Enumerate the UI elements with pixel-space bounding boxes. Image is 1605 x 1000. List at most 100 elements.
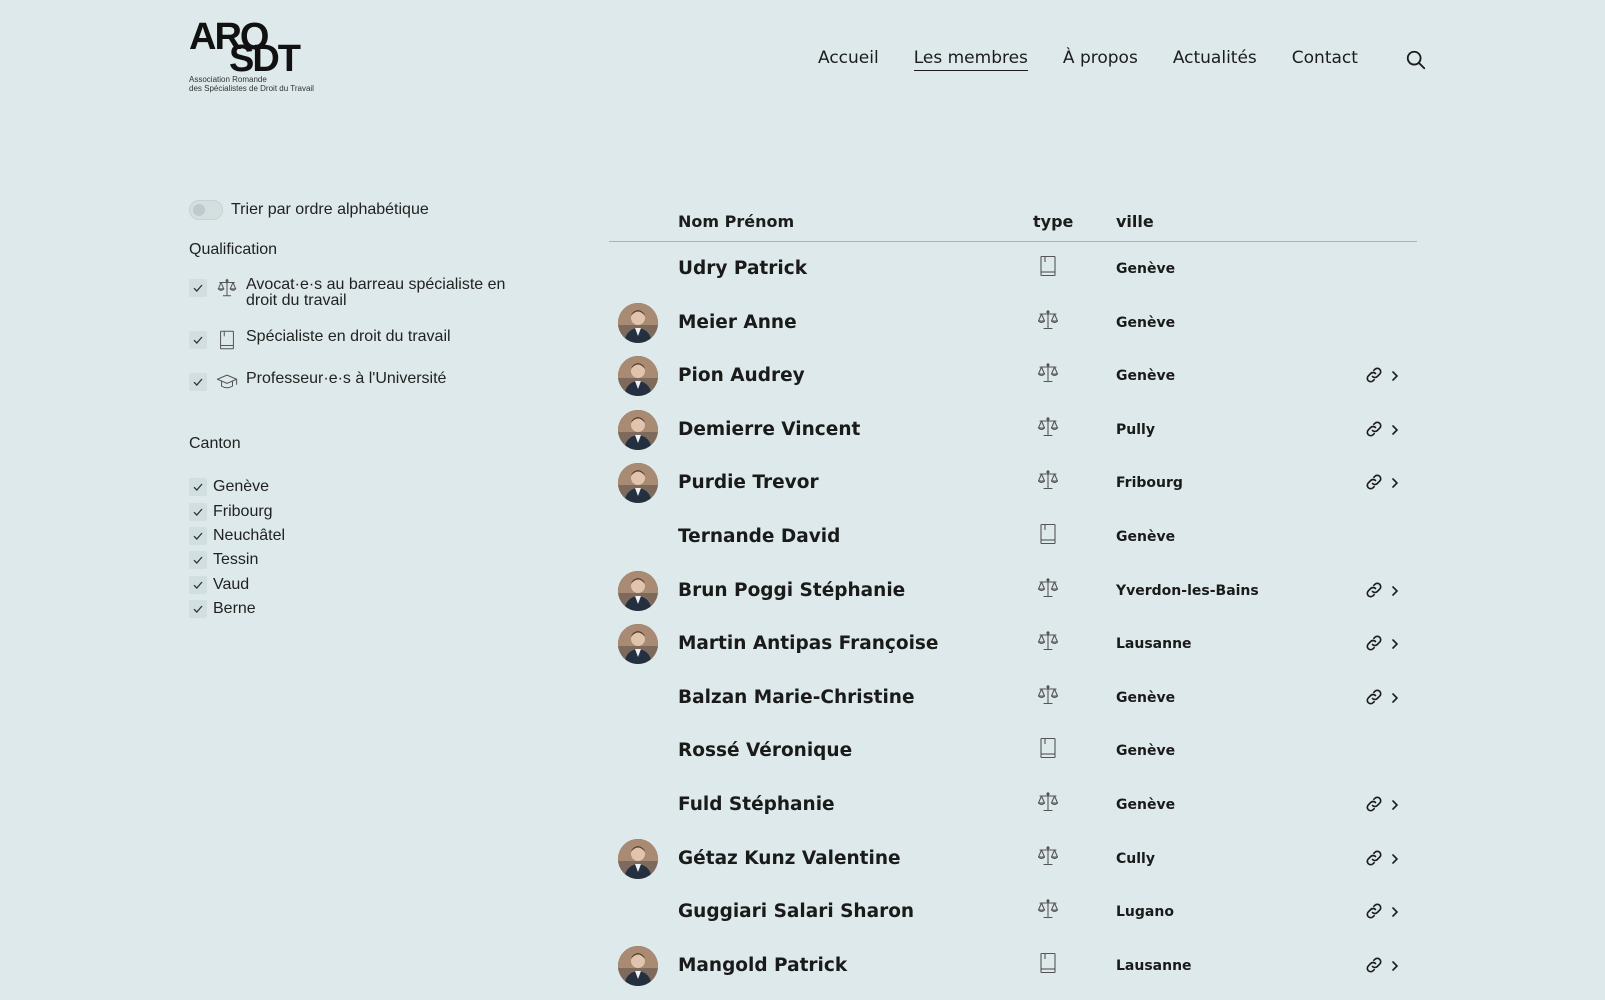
canton-checkbox[interactable] — [189, 502, 207, 521]
sort-toggle-label: Trier par ordre alphabétique — [231, 201, 429, 218]
member-name[interactable]: Guggiari Salari Sharon — [678, 901, 914, 922]
member-city: Genève — [1116, 689, 1176, 706]
link-icon[interactable] — [1365, 581, 1383, 599]
book-icon — [216, 329, 238, 351]
member-name[interactable]: Pion Audrey — [678, 365, 805, 386]
sort-toggle-row: Trier par ordre alphabétique — [189, 195, 549, 225]
canton-title: Canton — [189, 435, 241, 452]
chevron-right-icon[interactable] — [1389, 636, 1401, 650]
logo-subtitle-line-1: Association Romande — [189, 75, 267, 84]
table-row[interactable]: Gétaz Kunz Valentine Cully — [609, 832, 1417, 886]
graduation-cap-icon — [216, 371, 238, 393]
canton-checkbox[interactable] — [189, 551, 207, 570]
canton-checkbox[interactable] — [189, 526, 207, 545]
canton-filter-item: Tessin — [189, 548, 549, 572]
chevron-right-icon[interactable] — [1389, 583, 1401, 597]
table-row[interactable]: Pion Audrey Genève — [609, 349, 1417, 403]
canton-checkbox[interactable] — [189, 575, 207, 594]
table-row[interactable]: Udry Patrick Genève — [609, 242, 1417, 296]
chevron-right-icon[interactable] — [1389, 368, 1401, 382]
chevron-right-icon[interactable] — [1389, 475, 1401, 489]
canton-checkbox[interactable] — [189, 600, 207, 619]
column-header-city[interactable]: ville — [1116, 212, 1154, 231]
scales-icon — [216, 277, 238, 299]
table-row[interactable]: Ternande David Genève — [609, 510, 1417, 564]
canton-filter-item: Vaud — [189, 573, 549, 597]
chevron-right-icon[interactable] — [1389, 958, 1401, 972]
link-icon[interactable] — [1365, 634, 1383, 652]
nav-link-actualit-s[interactable]: Actualités — [1173, 48, 1257, 71]
canton-checkbox[interactable] — [189, 478, 207, 497]
table-row[interactable]: Balzan Marie-Christine Genève — [609, 671, 1417, 725]
member-name[interactable]: Purdie Trevor — [678, 472, 819, 493]
link-icon[interactable] — [1365, 473, 1383, 491]
qualification-label: Avocat·e·s au barreau spécialiste en dro… — [246, 276, 506, 309]
table-row[interactable]: Mangold Patrick Lausanne — [609, 939, 1417, 993]
link-icon[interactable] — [1365, 902, 1383, 920]
table-row[interactable]: Brun Poggi Stéphanie Yverdon-les-Bains — [609, 564, 1417, 618]
table-row[interactable]: Demierre Vincent Pully — [609, 403, 1417, 457]
qualification-checkbox[interactable] — [189, 331, 207, 349]
qualification-filter-item: Spécialiste en droit du travail — [189, 329, 549, 351]
logo-subtitle: Association Romande des Spécialistes de … — [189, 75, 339, 93]
book-icon — [1036, 736, 1060, 760]
site-logo[interactable]: ARO SDT Association Romande des Spéciali… — [189, 18, 329, 98]
canton-label: Berne — [213, 600, 256, 618]
member-name[interactable]: Balzan Marie-Christine — [678, 687, 915, 708]
member-name[interactable]: Demierre Vincent — [678, 419, 860, 440]
column-header-type[interactable]: type — [1033, 212, 1073, 231]
avatar — [618, 302, 658, 343]
scales-icon — [1036, 790, 1060, 814]
link-icon[interactable] — [1365, 849, 1383, 867]
chevron-right-icon[interactable] — [1389, 690, 1401, 704]
nav-link-propos[interactable]: À propos — [1063, 48, 1138, 71]
member-city: Yverdon-les-Bains — [1116, 582, 1259, 599]
table-row[interactable]: Guggiari Salari Sharon Lugano — [609, 885, 1417, 939]
link-icon[interactable] — [1365, 795, 1383, 813]
member-name[interactable]: Brun Poggi Stéphanie — [678, 580, 905, 601]
link-icon[interactable] — [1365, 420, 1383, 438]
canton-filter-item: Genève — [189, 475, 549, 499]
member-name[interactable]: Gétaz Kunz Valentine — [678, 848, 901, 869]
link-icon[interactable] — [1365, 688, 1383, 706]
column-header-name[interactable]: Nom Prénom — [678, 212, 794, 231]
nav-link-contact[interactable]: Contact — [1292, 48, 1358, 71]
nav-link-accueil[interactable]: Accueil — [818, 48, 879, 71]
avatar — [618, 409, 658, 450]
chevron-right-icon[interactable] — [1389, 797, 1401, 811]
qualification-checkbox[interactable] — [189, 373, 207, 391]
member-name[interactable]: Rossé Véronique — [678, 740, 852, 761]
avatar — [618, 838, 658, 879]
table-row[interactable]: Fuld Stéphanie Genève — [609, 778, 1417, 832]
member-name[interactable]: Ternande David — [678, 526, 840, 547]
table-row[interactable]: Rossé Véronique Genève — [609, 724, 1417, 778]
link-icon[interactable] — [1365, 956, 1383, 974]
table-row[interactable]: Martin Antipas Françoise Lausanne — [609, 617, 1417, 671]
chevron-right-icon[interactable] — [1389, 851, 1401, 865]
scales-icon — [1036, 629, 1060, 653]
member-name[interactable]: Fuld Stéphanie — [678, 794, 835, 815]
qualification-filter-item: Avocat·e·s au barreau spécialiste en dro… — [189, 277, 549, 309]
canton-list: Genève Fribourg Neuchâtel Tessin Vaud Berne — [189, 475, 549, 621]
table-row[interactable]: Meier Anne Genève — [609, 296, 1417, 350]
chevron-right-icon[interactable] — [1389, 904, 1401, 918]
search-icon[interactable] — [1405, 49, 1427, 71]
canton-label: Vaud — [213, 575, 250, 593]
link-icon[interactable] — [1365, 366, 1383, 384]
sort-alphabetical-toggle[interactable] — [189, 200, 223, 220]
scales-icon — [1036, 897, 1060, 921]
member-name[interactable]: Udry Patrick — [678, 258, 807, 279]
member-name[interactable]: Mangold Patrick — [678, 955, 847, 976]
scales-icon — [1036, 468, 1060, 492]
qualification-checkbox[interactable] — [189, 279, 207, 297]
avatar — [618, 945, 658, 986]
member-name[interactable]: Meier Anne — [678, 312, 797, 333]
table-row[interactable]: Purdie Trevor Fribourg — [609, 456, 1417, 510]
avatar — [618, 570, 658, 611]
member-name[interactable]: Martin Antipas Françoise — [678, 633, 938, 654]
scales-icon — [1036, 415, 1060, 439]
members-table: Nom Prénom type ville Udry Patrick Genève… — [609, 200, 1417, 992]
chevron-right-icon[interactable] — [1389, 422, 1401, 436]
nav-link-les-membres[interactable]: Les membres — [913, 48, 1028, 71]
scales-icon — [1036, 844, 1060, 868]
